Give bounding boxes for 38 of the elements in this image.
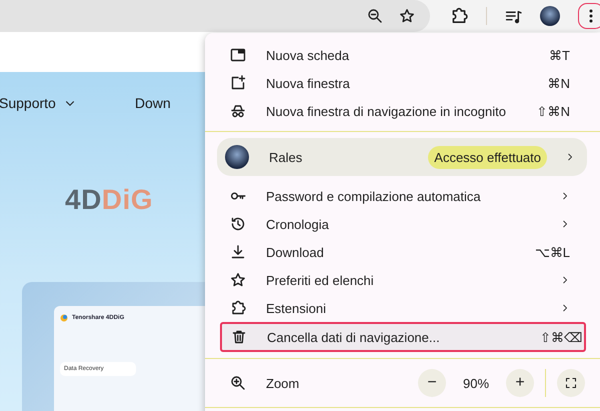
zoom-value: 90% (462, 376, 490, 390)
fullscreen-icon (565, 377, 577, 389)
menu-item[interactable]: Password e compilazione automatica (205, 182, 587, 210)
app-logo-icon (60, 314, 68, 322)
menu-item[interactable]: Cancella dati di navigazione... ⇧⌘⌫ (220, 322, 586, 352)
more-icon (589, 9, 593, 23)
signed-in-badge: Accesso effettuato (428, 146, 547, 168)
menu-item[interactable]: Nuova finestra ⌘N (205, 69, 587, 97)
puzzle-icon (230, 300, 246, 316)
puzzle-icon (450, 7, 468, 25)
nav-link[interactable]: Down (134, 95, 171, 111)
zoom-out-icon (367, 8, 383, 24)
trash-icon (231, 329, 247, 345)
zoom-in-button[interactable]: + (506, 369, 534, 397)
star-icon (230, 272, 246, 288)
history-icon (230, 216, 246, 232)
tab-icon (230, 47, 246, 63)
profile-name: Rales (269, 150, 304, 164)
nav-link[interactable]: Supporto (0, 95, 56, 111)
menu-item[interactable]: Nuova scheda ⌘T (205, 41, 587, 69)
zoom-label: Zoom (266, 376, 300, 390)
avatar-icon[interactable] (540, 6, 560, 26)
profile-row[interactable]: Rales Accesso effettuato (217, 138, 587, 176)
menu-item[interactable]: Download ⌥⌘L (205, 238, 587, 266)
logo-text: 4DDiG (65, 184, 154, 216)
avatar-icon (225, 145, 249, 169)
zoom-in-icon (230, 375, 246, 391)
menu-item[interactable]: Nuova finestra di navigazione in incognito ⇧⌘N (205, 97, 587, 125)
zoom-out-button[interactable]: − (418, 369, 446, 397)
menu-item[interactable]: Estensioni (205, 294, 587, 322)
menu-button[interactable] (578, 3, 600, 29)
new-window-icon (230, 75, 246, 91)
fullscreen-button[interactable] (557, 369, 585, 397)
star-icon (399, 8, 415, 24)
incognito-icon (230, 103, 246, 119)
menu-item[interactable]: Preferiti ed elenchi (205, 266, 587, 294)
menu-item[interactable]: Cronologia (205, 210, 587, 238)
download-icon (230, 244, 246, 260)
